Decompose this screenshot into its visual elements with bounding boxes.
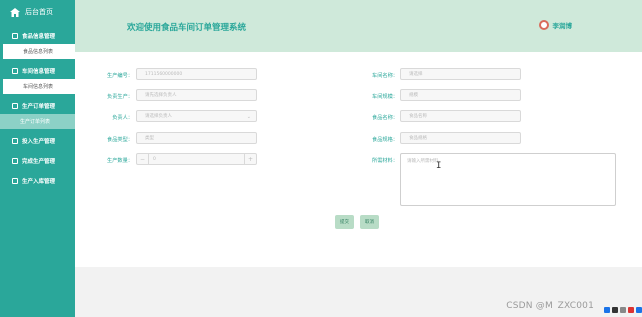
plus-button[interactable]: + (244, 154, 256, 164)
cancel-button[interactable]: 取消 (360, 215, 379, 229)
sidebar-item-label: 食品信息列表 (23, 49, 54, 55)
text-cursor-icon: I (436, 161, 442, 171)
minus-button[interactable]: − (137, 154, 149, 164)
tray-icon (612, 307, 618, 313)
responsible-person-label: 负责人： (112, 115, 133, 121)
responsible-person-select[interactable]: 请选择负责人 ⌄ (136, 110, 257, 122)
sidebar-item-label: 车间信息列表 (23, 84, 54, 90)
production-qty-value[interactable]: 0 (149, 154, 244, 164)
sidebar-item-label: 生产订单管理 (22, 103, 56, 110)
sidebar-item[interactable]: 食品信息列表 (0, 44, 75, 59)
workshop-name-field[interactable]: 请选择 (400, 68, 521, 80)
tray-icon (636, 307, 642, 313)
order-form: 生产编号： 1711560000000 负责生产： 请先选择负责人 负责人： 请… (75, 52, 642, 267)
watermark: CSDN @M ZXC001 (506, 301, 594, 311)
sidebar-group[interactable]: 投入生产管理 (0, 132, 75, 149)
food-name-field[interactable]: 食品名称 (400, 110, 521, 122)
menu-icon (12, 32, 18, 39)
food-type-field[interactable]: 类型 (136, 132, 257, 144)
sidebar: 后台首页 食品信息管理 食品信息列表 车间信息管理 车间信息列表 生产订单管理 生产订单列… (0, 0, 75, 317)
sidebar-group[interactable]: 车间信息管理 (0, 62, 75, 79)
menu-icon (12, 157, 18, 164)
submit-button[interactable]: 提交 (335, 215, 354, 229)
home-icon (10, 7, 20, 17)
menu-icon (12, 177, 18, 184)
responsible-person-placeholder: 请选择负责人 (145, 114, 172, 119)
sidebar-group[interactable]: 生产订单管理 (0, 97, 75, 114)
user-menu[interactable]: 李润博 (538, 20, 573, 30)
food-name-label: 食品名称： (372, 115, 398, 121)
header: 欢迎使用食品车间订单管理系统 李润博 (75, 0, 642, 52)
production-qty-label: 生产数量： (107, 158, 133, 164)
food-spec-label: 食品规格： (372, 137, 398, 143)
food-spec-field[interactable]: 食品规格 (400, 132, 521, 144)
chevron-down-icon: ⌄ (246, 114, 251, 120)
user-name: 李润博 (552, 22, 573, 30)
menu-icon (12, 67, 18, 74)
menu-icon (12, 137, 18, 144)
responsible-producer-label: 负责生产： (107, 94, 133, 100)
sidebar-item-label: 车间信息管理 (22, 68, 56, 75)
materials-textarea[interactable]: 请输入所需材料 (400, 153, 616, 206)
page-title: 欢迎使用食品车间订单管理系统 (127, 23, 247, 33)
menu-icon (12, 102, 18, 109)
food-type-label: 食品类型： (107, 137, 133, 143)
avatar (538, 20, 549, 30)
system-tray (604, 307, 642, 313)
sidebar-home[interactable]: 后台首页 (0, 0, 75, 24)
sidebar-item[interactable]: 生产订单列表 (0, 114, 75, 129)
workshop-size-label: 车间规模： (372, 94, 398, 100)
tray-icon (604, 307, 610, 313)
sidebar-item[interactable]: 车间信息列表 (0, 79, 75, 94)
workshop-name-label: 车间名称： (372, 73, 398, 79)
tray-icon (620, 307, 626, 313)
sidebar-item-label: 完成生产管理 (22, 158, 56, 165)
materials-label: 所需材料： (372, 158, 398, 164)
sidebar-group[interactable]: 食品信息管理 (0, 27, 75, 44)
production-qty-stepper[interactable]: − 0 + (136, 153, 257, 165)
sidebar-item-label: 投入生产管理 (22, 138, 56, 145)
sidebar-group[interactable]: 完成生产管理 (0, 152, 75, 169)
production-no-label: 生产编号： (107, 73, 133, 79)
production-no-field[interactable]: 1711560000000 (136, 68, 257, 80)
sidebar-home-label: 后台首页 (25, 8, 53, 16)
workshop-size-field[interactable]: 规模 (400, 89, 521, 101)
sidebar-group[interactable]: 生产入库管理 (0, 172, 75, 189)
sidebar-item-label: 生产订单列表 (20, 119, 51, 125)
sidebar-item-label: 生产入库管理 (22, 178, 56, 185)
tray-icon (628, 307, 634, 313)
responsible-producer-field[interactable]: 请先选择负责人 (136, 89, 257, 101)
sidebar-item-label: 食品信息管理 (22, 33, 56, 40)
